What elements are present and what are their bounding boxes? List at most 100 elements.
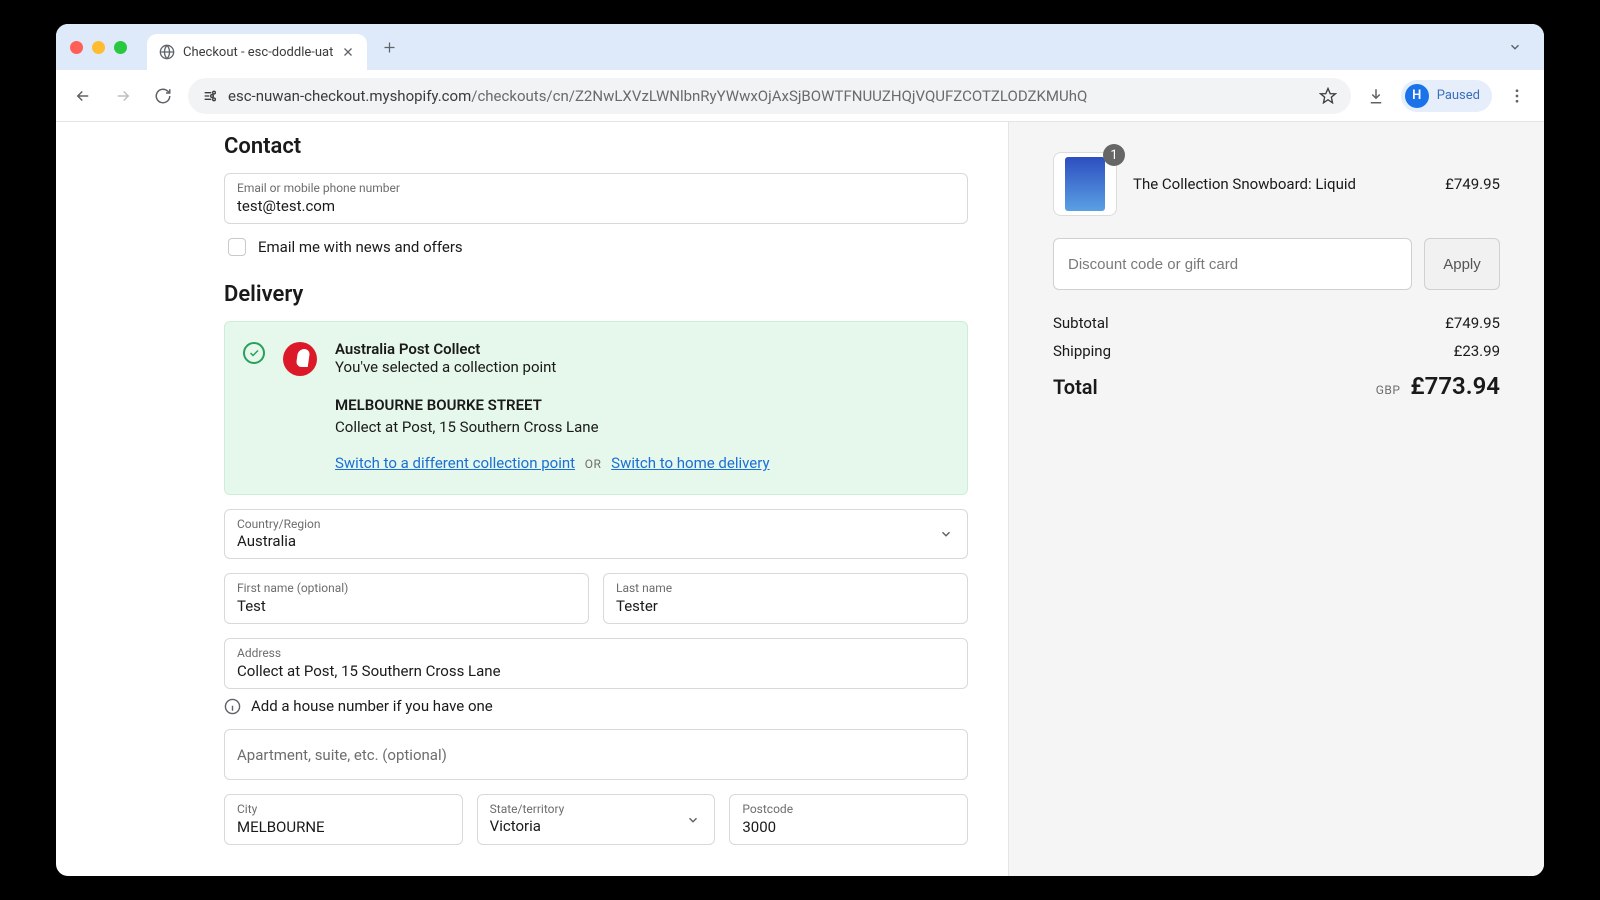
- collection-provider: Australia Post Collect: [335, 340, 949, 358]
- snowboard-image: [1065, 157, 1105, 211]
- country-label: Country/Region: [237, 517, 955, 531]
- city-field[interactable]: City: [224, 794, 463, 845]
- collection-location-address: Collect at Post, 15 Southern Cross Lane: [335, 418, 949, 436]
- apartment-input[interactable]: [237, 746, 955, 764]
- total-currency: GBP: [1376, 383, 1401, 397]
- last-name-label: Last name: [616, 581, 955, 595]
- email-input[interactable]: [237, 197, 955, 215]
- site-settings-icon[interactable]: [202, 88, 218, 104]
- maximize-window-icon[interactable]: [114, 41, 127, 54]
- postcode-field[interactable]: Postcode: [729, 794, 968, 845]
- arrow-left-icon: [74, 87, 92, 105]
- back-button[interactable]: [68, 81, 98, 111]
- item-name: The Collection Snowboard: Liquid: [1133, 175, 1429, 193]
- chevron-down-icon: [686, 813, 700, 827]
- globe-icon: [159, 44, 175, 60]
- city-label: City: [237, 802, 450, 816]
- subtotal-value: £749.95: [1445, 314, 1500, 332]
- state-select[interactable]: State/territory Victoria: [477, 794, 716, 845]
- subscribe-label: Email me with news and offers: [258, 238, 463, 256]
- tab-title: Checkout - esc-doddle-uat: [183, 45, 333, 60]
- delivery-heading: Delivery: [224, 282, 968, 307]
- url-text: esc-nuwan-checkout.myshopify.com/checkou…: [228, 87, 1309, 105]
- new-tab-button[interactable]: [375, 33, 403, 61]
- chevron-down-icon: [1508, 40, 1522, 54]
- apartment-field[interactable]: [224, 729, 968, 780]
- country-select[interactable]: Country/Region Australia: [224, 509, 968, 559]
- info-icon: [224, 698, 241, 715]
- collection-location-name: MELBOURNE BOURKE STREET: [335, 396, 949, 414]
- profile-chip[interactable]: H Paused: [1401, 80, 1492, 112]
- address-label: Address: [237, 646, 955, 660]
- total-label: Total: [1053, 375, 1098, 399]
- download-icon: [1367, 87, 1385, 105]
- shipping-value: £23.99: [1454, 342, 1500, 360]
- subtotal-label: Subtotal: [1053, 314, 1109, 332]
- postcode-label: Postcode: [742, 802, 955, 816]
- close-window-icon[interactable]: [70, 41, 83, 54]
- address-hint: Add a house number if you have one: [224, 697, 968, 715]
- collection-point-box: Australia Post Collect You've selected a…: [224, 321, 968, 495]
- email-label: Email or mobile phone number: [237, 181, 955, 195]
- or-separator: OR: [585, 457, 602, 471]
- first-name-input[interactable]: [237, 597, 576, 615]
- first-name-field[interactable]: First name (optional): [224, 573, 589, 624]
- collection-links: Switch to a different collection point O…: [335, 454, 949, 472]
- plus-icon: [382, 40, 397, 55]
- first-name-label: First name (optional): [237, 581, 576, 595]
- profile-status: Paused: [1437, 88, 1480, 103]
- cart-item-row: 1 The Collection Snowboard: Liquid £749.…: [1053, 152, 1500, 216]
- shipping-line: Shipping £23.99: [1053, 342, 1500, 360]
- address-input[interactable]: [237, 662, 955, 680]
- close-tab-icon[interactable]: [341, 45, 355, 59]
- state-value: Victoria: [490, 817, 703, 835]
- check-circle-icon: [243, 342, 265, 364]
- last-name-field[interactable]: Last name: [603, 573, 968, 624]
- browser-window: Checkout - esc-doddle-uat esc-nuwan-chec…: [56, 24, 1544, 876]
- tab-bar: Checkout - esc-doddle-uat: [56, 24, 1544, 70]
- country-value: Australia: [237, 532, 955, 550]
- email-field[interactable]: Email or mobile phone number: [224, 173, 968, 224]
- state-label: State/territory: [490, 802, 703, 816]
- discount-row: Apply: [1053, 238, 1500, 290]
- item-price: £749.95: [1445, 175, 1500, 193]
- subscribe-checkbox[interactable]: [228, 238, 246, 256]
- collection-subtitle: You've selected a collection point: [335, 358, 949, 376]
- order-summary: 1 The Collection Snowboard: Liquid £749.…: [1008, 122, 1544, 876]
- forward-button[interactable]: [108, 81, 138, 111]
- switch-collection-point-link[interactable]: Switch to a different collection point: [335, 454, 575, 472]
- subscribe-row[interactable]: Email me with news and offers: [224, 238, 968, 256]
- downloads-button[interactable]: [1361, 81, 1391, 111]
- profile-avatar: H: [1405, 84, 1429, 108]
- chevron-down-icon: [939, 527, 953, 541]
- last-name-input[interactable]: [616, 597, 955, 615]
- address-hint-text: Add a house number if you have one: [251, 697, 493, 715]
- postcode-input[interactable]: [742, 818, 955, 836]
- star-icon[interactable]: [1319, 87, 1337, 105]
- minimize-window-icon[interactable]: [92, 41, 105, 54]
- arrow-right-icon: [114, 87, 132, 105]
- switch-home-delivery-link[interactable]: Switch to home delivery: [611, 454, 769, 472]
- address-bar[interactable]: esc-nuwan-checkout.myshopify.com/checkou…: [188, 78, 1351, 114]
- shipping-label: Shipping: [1053, 342, 1111, 360]
- apply-button[interactable]: Apply: [1424, 238, 1500, 290]
- browser-menu-button[interactable]: [1502, 81, 1532, 111]
- discount-input[interactable]: [1053, 238, 1412, 290]
- item-thumbnail: 1: [1053, 152, 1117, 216]
- total-line: Total GBP £773.94: [1053, 372, 1500, 400]
- kebab-icon: [1508, 87, 1526, 105]
- auspost-logo-icon: [283, 342, 317, 376]
- window-controls: [70, 41, 127, 54]
- address-field[interactable]: Address: [224, 638, 968, 689]
- total-amount: £773.94: [1410, 372, 1500, 400]
- reload-icon: [154, 87, 172, 105]
- reload-button[interactable]: [148, 81, 178, 111]
- browser-tab[interactable]: Checkout - esc-doddle-uat: [147, 34, 367, 70]
- browser-toolbar: esc-nuwan-checkout.myshopify.com/checkou…: [56, 70, 1544, 122]
- page-content: Contact Email or mobile phone number Ema…: [56, 122, 1544, 876]
- tab-dropdown-button[interactable]: [1500, 32, 1530, 62]
- city-input[interactable]: [237, 818, 450, 836]
- contact-heading: Contact: [224, 134, 968, 159]
- subtotal-line: Subtotal £749.95: [1053, 314, 1500, 332]
- checkout-form: Contact Email or mobile phone number Ema…: [56, 122, 1008, 876]
